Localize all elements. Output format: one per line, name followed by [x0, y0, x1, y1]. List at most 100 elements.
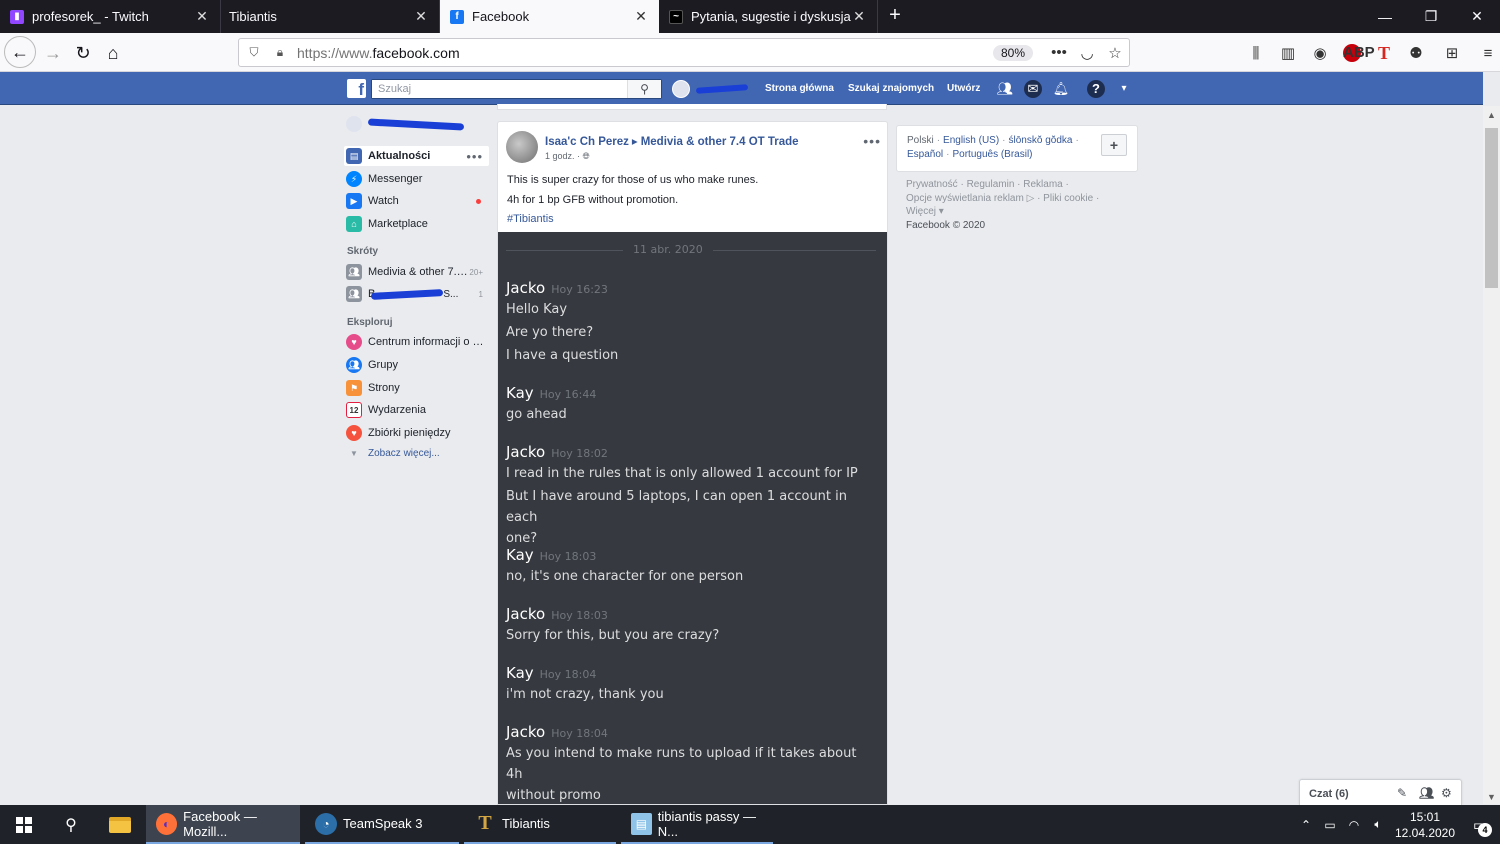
library-icon[interactable]: ⫼ — [1240, 45, 1272, 62]
chevron-up-icon[interactable]: ⌃ — [1294, 818, 1318, 832]
sidebar-icon[interactable]: ▥ — [1272, 44, 1304, 62]
tab-facebook[interactable]: f Facebook ✕ — [440, 0, 659, 33]
bookmark-star-icon[interactable]: ☆ — [1101, 44, 1129, 62]
post-options-icon[interactable]: ••• — [863, 133, 881, 149]
close-tab-icon[interactable]: ✕ — [851, 8, 867, 25]
action-center-button[interactable]: ▭ 4 — [1460, 805, 1500, 844]
clock[interactable]: 15:01 12.04.2020 — [1390, 809, 1460, 841]
close-tab-icon[interactable]: ✕ — [413, 8, 429, 25]
search-icon[interactable]: ⚲ — [627, 80, 661, 98]
home-button[interactable]: ⌂ — [98, 38, 128, 68]
help-icon[interactable]: ? — [1087, 80, 1105, 98]
url-bar[interactable]: ⛉ 🔒︎ https://www.facebook.com 80% ••• ◡ … — [238, 38, 1130, 67]
sidebar-item-watch[interactable]: ▶ Watch — [344, 191, 489, 211]
taskbar-app-teamspeak[interactable]: ◔ TeamSpeak 3 — [305, 805, 459, 844]
sidebar-item-messenger[interactable]: ⚡ Messenger — [344, 169, 489, 189]
unread-count: 20+ — [469, 267, 483, 277]
account-menu-chevron-down-icon[interactable]: ▾ — [1115, 80, 1133, 98]
adblock-plus-icon[interactable]: ABP — [1343, 44, 1375, 62]
sidebar-item-groups[interactable]: 👥︎ Grupy — [344, 355, 489, 375]
chat-sidebar-toggle[interactable]: Czat (6) ✎ 👥︎ ⚙ — [1299, 779, 1462, 805]
nav-create[interactable]: Utwórz — [947, 72, 980, 105]
sidebar-item-covid[interactable]: ♥ Centrum informacji o COVID-19 — [344, 332, 489, 352]
sidebar-item-redacted-group[interactable]: 👥︎ B S... 1 — [344, 284, 489, 304]
file-explorer-button[interactable] — [96, 805, 144, 844]
wifi-icon[interactable]: ◠ — [1342, 818, 1366, 832]
add-language-plus-icon[interactable]: + — [1101, 134, 1127, 156]
group-link[interactable]: Medivia & other 7.4 OT Trade — [641, 136, 799, 148]
zoom-level[interactable]: 80% — [992, 44, 1033, 61]
close-tab-icon[interactable]: ✕ — [194, 8, 210, 25]
close-tab-icon[interactable]: ✕ — [633, 8, 649, 25]
account-icon[interactable]: ◉ — [1304, 44, 1336, 62]
friend-requests-icon[interactable]: 👥︎ — [996, 80, 1014, 98]
new-message-compose-icon[interactable]: ✎ — [1397, 786, 1407, 800]
extension-icon[interactable]: ⚉ — [1400, 44, 1432, 62]
notifications-bell-icon[interactable]: 🔔︎ — [1052, 80, 1070, 98]
unread-count: 1 — [478, 289, 483, 299]
messenger-icon[interactable]: ✉ — [1024, 80, 1042, 98]
author-link[interactable]: Isaa'c Ch Perez — [545, 136, 629, 148]
nav-home[interactable]: Strona główna — [765, 72, 834, 105]
footer-links-row[interactable]: Opcje wyświetlania reklam ▷ · Pliki cook… — [906, 192, 1126, 206]
scroll-up-icon[interactable]: ▲ — [1487, 110, 1496, 120]
search-icon[interactable]: ⚲ — [48, 805, 94, 844]
profile-link[interactable] — [672, 79, 749, 99]
new-tab-button[interactable]: + — [884, 5, 906, 27]
message-line: i'm not crazy, thank you — [506, 687, 664, 702]
pocket-icon[interactable]: ◡ — [1073, 44, 1101, 62]
close-window-icon[interactable]: ✕ — [1454, 0, 1500, 33]
language-link[interactable]: ślōnskŏ gŏdka — [1009, 135, 1073, 146]
scroll-down-icon[interactable]: ▼ — [1487, 792, 1496, 802]
taskbar-app-firefox[interactable]: ◐ Facebook — Mozill... — [146, 805, 300, 844]
tab-twitch[interactable]: ▮ profesorek_ - Twitch ✕ — [0, 0, 221, 33]
reload-icon: ↻ — [75, 42, 91, 63]
home-icon: ⌂ — [107, 42, 119, 63]
hashtag-link[interactable]: #Tibiantis — [507, 210, 758, 230]
post-timestamp[interactable]: 1 godz. — [545, 151, 575, 161]
forward-button[interactable]: → — [38, 38, 68, 68]
language-link[interactable]: Español — [907, 149, 943, 160]
sidebar-item-fundraisers[interactable]: ♥ Zbiórki pieniędzy — [344, 423, 489, 443]
sidebar-item-medivia-group[interactable]: 👥︎ Medivia & other 7.4 OT Trade 20+ — [344, 262, 489, 282]
lock-icon[interactable]: 🔒︎ — [269, 45, 291, 60]
minimize-icon[interactable]: — — [1362, 0, 1408, 33]
volume-icon[interactable]: 🔈︎ — [1366, 817, 1390, 832]
nav-find-friends[interactable]: Szukaj znajomych — [848, 72, 934, 105]
more-options-icon[interactable]: ••• — [466, 149, 483, 164]
url-text[interactable]: https://www.facebook.com — [297, 45, 993, 61]
restore-icon[interactable]: ❐ — [1408, 0, 1454, 33]
extensions-puzzle-icon[interactable]: ⊞ — [1432, 44, 1472, 62]
sidebar-item-pages[interactable]: ⚑ Strony — [344, 378, 489, 398]
groups-icon: 👥︎ — [346, 357, 362, 373]
footer-links-row[interactable]: Prywatność · Regulamin · Reklama · — [906, 178, 1126, 192]
sidebar-item-news-feed[interactable]: ▤ Aktualności ••• — [344, 146, 489, 166]
group-chat-icon[interactable]: 👥︎ — [1419, 786, 1434, 800]
author-avatar[interactable] — [506, 131, 538, 163]
start-button[interactable] — [0, 805, 48, 844]
sidebar-item-events[interactable]: 12 Wydarzenia — [344, 400, 489, 420]
reload-button[interactable]: ↻ — [68, 38, 98, 68]
taskbar-app-notepad[interactable]: ▤ tibiantis passy — N... — [621, 805, 773, 844]
scrollbar-thumb[interactable] — [1485, 128, 1498, 288]
search-input[interactable] — [372, 80, 627, 98]
back-button[interactable]: ← — [4, 36, 36, 68]
tab-forum[interactable]: ~ Pytania, sugestie i dyskusja ogó ✕ — [659, 0, 878, 33]
more-actions-icon[interactable]: ••• — [1045, 44, 1073, 61]
language-link[interactable]: Português (Brasil) — [952, 149, 1032, 160]
language-link[interactable]: English (US) — [943, 135, 999, 146]
chat-settings-gear-icon[interactable]: ⚙ — [1441, 786, 1452, 800]
sidebar-item-marketplace[interactable]: ⌂ Marketplace — [344, 214, 489, 234]
shield-icon[interactable]: ⛉ — [243, 45, 265, 60]
facebook-logo-icon[interactable]: f — [347, 79, 366, 98]
post-image-chat-screenshot[interactable]: 11 abr. 2020 Jacko Hoy 16:23 Hello Kay Ar… — [498, 232, 887, 804]
tab-tibiantis[interactable]: Tibiantis ✕ — [221, 0, 440, 33]
profile-shortcut[interactable] — [344, 114, 489, 134]
see-more-link[interactable]: ▼ Zobacz więcej... — [344, 443, 489, 463]
page-scrollbar[interactable]: ▲ ▼ — [1483, 106, 1500, 804]
footer-more-link[interactable]: Więcej ▾ — [906, 205, 1126, 219]
hamburger-menu-icon[interactable]: ≡ — [1472, 45, 1500, 62]
tibia-extension-icon[interactable]: T — [1368, 43, 1400, 64]
taskbar-app-tibiantis[interactable]: T Tibiantis — [464, 805, 616, 844]
battery-icon[interactable]: ▭ — [1318, 818, 1342, 832]
